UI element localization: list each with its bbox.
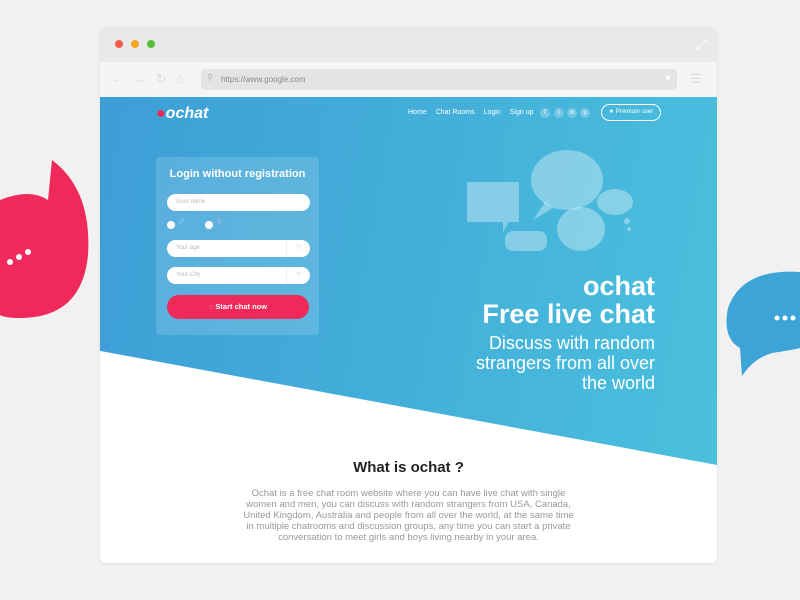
browser-window: ⤢ ← → ↻ ⌂ ⚲ https://www.google.com ♥ ☰ ●oc… xyxy=(100,27,717,563)
about-title: What is ochat ? xyxy=(353,459,464,476)
hero-section: ●ochat Home Chat Rooms Login Sign up f t… xyxy=(100,97,717,465)
maximize-button[interactable] xyxy=(147,40,155,48)
city-select[interactable]: Your City ▽ xyxy=(167,267,310,284)
close-button[interactable] xyxy=(115,40,123,48)
premium-label: Premium user xyxy=(615,109,654,115)
browser-toolbar: ← → ↻ ⌂ ⚲ https://www.google.com ♥ ☰ xyxy=(100,62,717,97)
female-radio[interactable] xyxy=(205,221,213,229)
male-radio[interactable] xyxy=(167,221,175,229)
star-icon: ★ xyxy=(608,109,616,115)
blue-chat-bubble-decoration xyxy=(726,271,800,376)
female-icon: ♀ xyxy=(215,216,224,228)
site-logo[interactable]: ●ochat xyxy=(156,105,208,123)
start-chat-label: Start chat now xyxy=(215,302,268,311)
nav-chat-rooms[interactable]: Chat Rooms xyxy=(436,109,475,116)
minimize-button[interactable] xyxy=(131,40,139,48)
menu-icon[interactable]: ☰ xyxy=(690,71,702,87)
twitter-icon[interactable]: t xyxy=(554,108,564,118)
chevron-down-icon: ▽ xyxy=(286,267,310,284)
about-text: Ochat is a free chat room website where … xyxy=(243,488,574,543)
url-text: https://www.google.com xyxy=(221,75,306,84)
age-select[interactable]: Your age ▽ xyxy=(167,240,310,257)
form-title: Login without registration xyxy=(169,168,306,180)
hero-title: ochat Free live chat xyxy=(482,272,655,328)
nav-home[interactable]: Home xyxy=(408,109,427,116)
url-bar[interactable]: ⚲ https://www.google.com ♥ xyxy=(201,69,677,90)
heart-icon[interactable]: ♥ xyxy=(665,73,671,84)
hero-title-line2: Free live chat xyxy=(482,299,655,329)
about-section: What is ochat ? Ochat is a free chat roo… xyxy=(100,459,717,543)
back-icon[interactable]: ← xyxy=(112,71,125,86)
nav-login[interactable]: Login xyxy=(484,109,501,116)
tagline-line: strangers from all over xyxy=(475,353,655,373)
fullscreen-icon[interactable]: ⤢ xyxy=(696,36,707,53)
tagline-line: Discuss with random xyxy=(488,333,655,353)
forward-icon[interactable]: → xyxy=(133,71,146,86)
chat-bubbles-illustration xyxy=(467,150,633,251)
home-icon[interactable]: ⌂ xyxy=(176,71,184,86)
chevron-down-icon: ▽ xyxy=(286,240,310,257)
login-form: Login without registration User name ♂ ♀… xyxy=(156,157,319,335)
age-placeholder: Your age xyxy=(176,245,200,251)
hero-title-line1: ochat xyxy=(582,271,655,301)
hero-tagline: Discuss with random strangers from all o… xyxy=(476,333,655,393)
main-nav: Home Chat Rooms Login Sign up xyxy=(408,109,533,116)
nav-sign-up[interactable]: Sign up xyxy=(510,109,534,116)
pinterest-icon[interactable]: p xyxy=(580,108,590,118)
facebook-icon[interactable]: f xyxy=(540,108,550,118)
reload-icon[interactable]: ↻ xyxy=(156,71,167,87)
tagline-line: the world xyxy=(581,373,655,393)
male-icon: ♂ xyxy=(177,216,186,228)
city-placeholder: Your City xyxy=(176,272,201,278)
instagram-icon[interactable]: in xyxy=(567,108,577,118)
search-icon: ⚲ xyxy=(207,73,213,82)
title-bar: ⤢ xyxy=(100,27,717,62)
premium-user-button[interactable]: ★ Premium user xyxy=(601,104,661,121)
username-input[interactable]: User name xyxy=(167,194,310,211)
start-chat-button[interactable]: ◌ Start chat now xyxy=(167,295,309,319)
pink-chat-bubble-decoration xyxy=(0,160,89,318)
